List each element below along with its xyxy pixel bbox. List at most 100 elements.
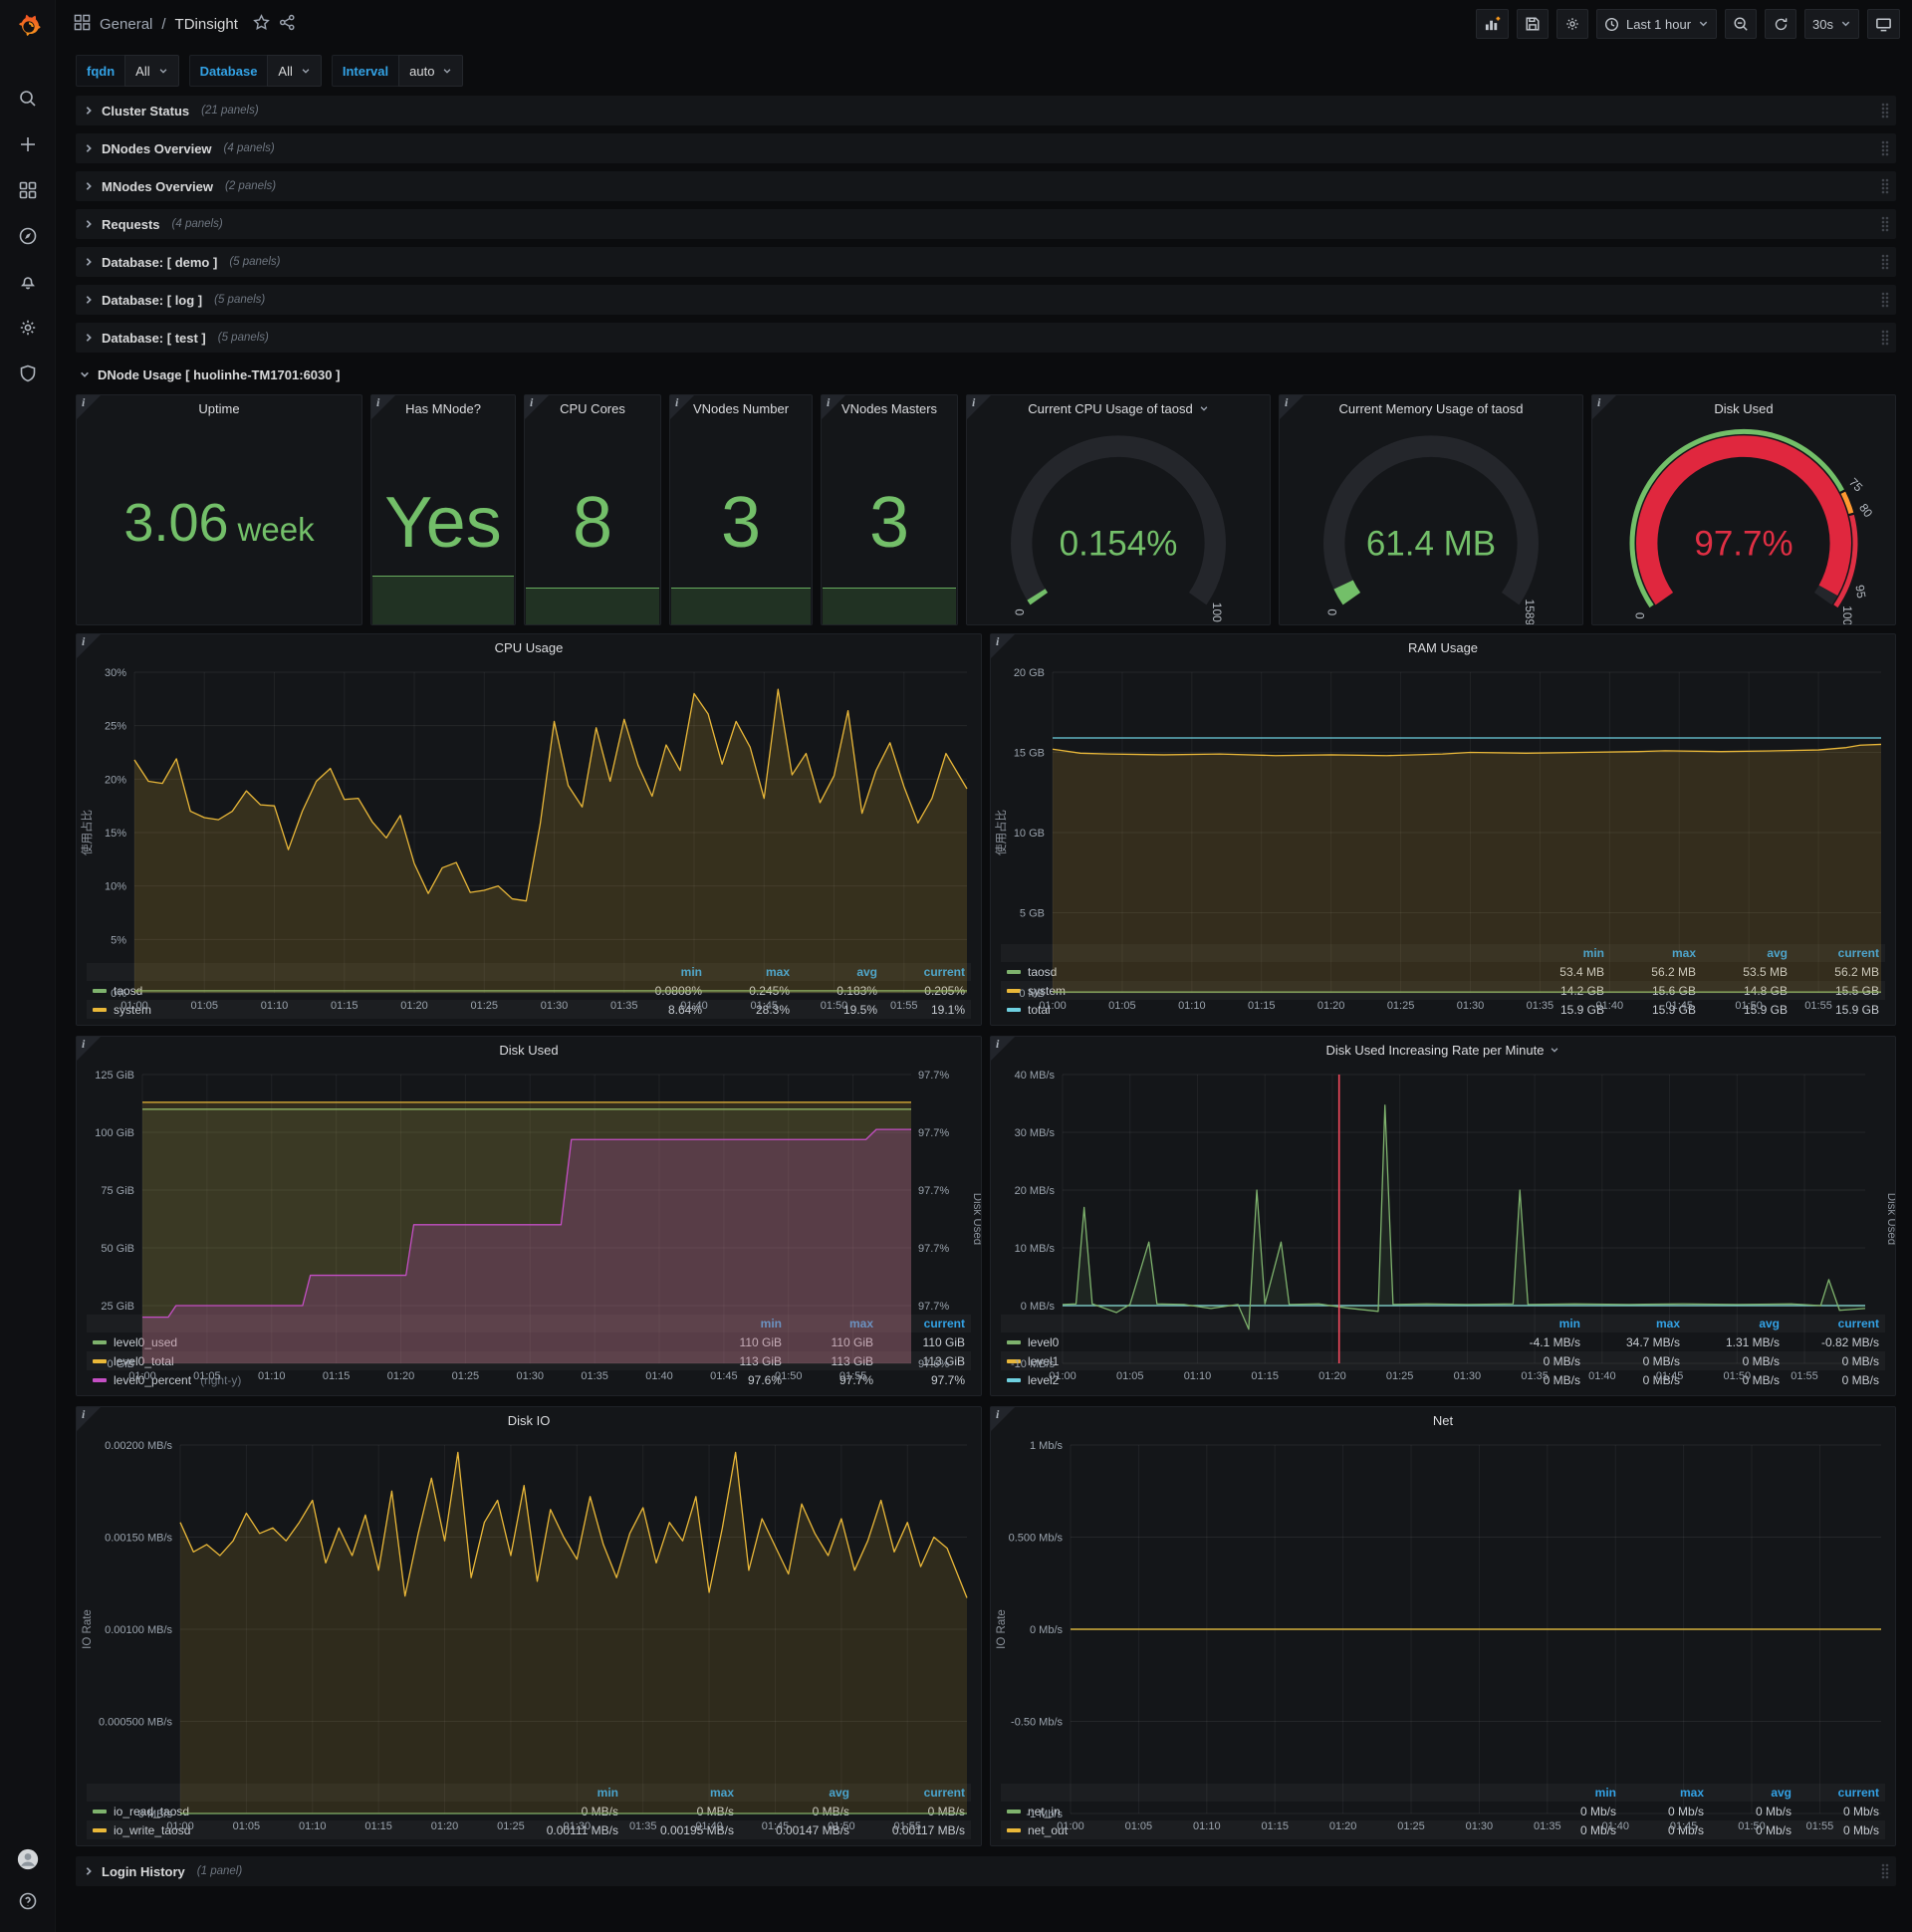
chart-svg[interactable]: 01:00 01:05 01:10 01:15 01:20 01:25 01:30 01:35… <box>991 660 1895 1017</box>
alerting-bell-icon[interactable] <box>17 271 39 293</box>
refresh-interval-picker[interactable]: 30s <box>1804 9 1859 39</box>
save-dashboard-button[interactable] <box>1516 9 1549 39</box>
chart-disk-rate: 01:00 01:05 01:10 01:15 01:20 01:25 01:30 01:35… <box>991 1063 1895 1382</box>
breadcrumb-folder[interactable]: General <box>100 16 152 33</box>
gauge-canvas: 0 75 80 95 100 97.7% <box>1592 421 1895 624</box>
row-drag-handle[interactable] <box>1880 292 1890 308</box>
zoom-out-time-button[interactable] <box>1725 9 1758 39</box>
server-admin-shield-icon[interactable] <box>17 362 39 384</box>
chevron-right-icon <box>84 333 94 343</box>
row-database-demo[interactable]: Database: [ demo ] (5 panels) <box>76 247 1896 277</box>
row-drag-handle[interactable] <box>1880 140 1890 156</box>
help-icon[interactable] <box>17 1890 39 1912</box>
row-dnode-usage[interactable]: DNode Usage [ huolinhe-TM1701:6030 ] <box>76 361 1896 388</box>
svg-text:01:00: 01:00 <box>1039 1000 1067 1012</box>
variable-interval-value[interactable]: auto <box>398 55 464 87</box>
row-dnodes-overview[interactable]: DNodes Overview (4 panels) <box>76 133 1896 163</box>
row-database-test[interactable]: Database: [ test ] (5 panels) <box>76 323 1896 353</box>
info-corner-icon[interactable] <box>77 1407 101 1431</box>
chart-svg[interactable]: 01:00 01:05 01:10 01:15 01:20 01:25 01:30 01:35… <box>991 1063 1895 1387</box>
panel-title[interactable]: Disk Used Increasing Rate per Minute <box>991 1037 1895 1063</box>
svg-text:01:20: 01:20 <box>400 1000 428 1012</box>
svg-text:25 GiB: 25 GiB <box>101 1301 134 1313</box>
row-database-log[interactable]: Database: [ log ] (5 panels) <box>76 285 1896 315</box>
add-panel-button[interactable] <box>1475 9 1509 39</box>
row-drag-handle[interactable] <box>1880 330 1890 346</box>
variable-database-value[interactable]: All <box>267 55 322 87</box>
svg-text:0 GiB: 0 GiB <box>107 1358 134 1370</box>
svg-text:-10 MB/s: -10 MB/s <box>1011 1358 1056 1370</box>
chart-disk-io: 01:00 01:05 01:10 01:15 01:20 01:25 01:30 01:35… <box>77 1433 981 1832</box>
chart-svg[interactable]: 01:00 01:05 01:10 01:15 01:20 01:25 01:30 01:35… <box>77 660 981 1017</box>
explore-compass-icon[interactable] <box>17 225 39 247</box>
info-corner-icon[interactable] <box>525 395 549 419</box>
user-avatar[interactable] <box>17 1848 39 1870</box>
info-corner-icon[interactable] <box>371 395 395 419</box>
info-corner-icon[interactable] <box>77 395 101 419</box>
time-range-picker[interactable]: Last 1 hour <box>1595 9 1718 39</box>
panel-menu-caret-icon[interactable] <box>1550 1043 1559 1058</box>
info-corner-icon[interactable] <box>1592 395 1616 419</box>
svg-text:01:25: 01:25 <box>1386 1370 1414 1382</box>
row-drag-handle[interactable] <box>1880 1863 1890 1879</box>
row-drag-handle[interactable] <box>1880 178 1890 194</box>
info-corner-icon[interactable] <box>77 634 101 658</box>
svg-text:01:15: 01:15 <box>323 1370 351 1382</box>
grafana-logo[interactable] <box>0 0 56 52</box>
apps-grid-icon[interactable] <box>74 14 91 35</box>
dashboard-settings-button[interactable] <box>1555 9 1588 39</box>
share-icon[interactable] <box>279 14 296 35</box>
panel-title[interactable]: Disk Used <box>77 1037 981 1063</box>
create-plus-icon[interactable] <box>17 133 39 155</box>
panel-title[interactable]: Uptime <box>77 395 361 421</box>
chart-svg[interactable]: 01:00 01:05 01:10 01:15 01:20 01:25 01:30 01:35… <box>77 1063 981 1387</box>
tv-cycle-view-button[interactable] <box>1867 9 1900 39</box>
refresh-button[interactable] <box>1765 9 1797 39</box>
search-icon[interactable] <box>17 88 39 110</box>
row-cluster-status[interactable]: Cluster Status (21 panels) <box>76 96 1896 125</box>
chevron-right-icon <box>84 295 94 305</box>
configuration-gear-icon[interactable] <box>17 317 39 339</box>
svg-text:01:50: 01:50 <box>1738 1820 1766 1832</box>
row-login-history[interactable]: Login History (1 panel) <box>76 1856 1896 1886</box>
panel-title[interactable]: Disk IO <box>77 1407 981 1433</box>
dashboards-icon[interactable] <box>17 179 39 201</box>
svg-text:01:20: 01:20 <box>1317 1000 1345 1012</box>
variable-database-label[interactable]: Database <box>188 55 268 87</box>
info-corner-icon[interactable] <box>991 1037 1015 1061</box>
panel-title[interactable]: Current CPU Usage of taosd <box>967 395 1270 421</box>
panel-title[interactable]: CPU Usage <box>77 634 981 660</box>
panel-title[interactable]: Disk Used <box>1592 395 1895 421</box>
svg-text:15 GB: 15 GB <box>1014 748 1045 760</box>
variable-fqdn-label[interactable]: fqdn <box>76 55 125 87</box>
row-drag-handle[interactable] <box>1880 103 1890 119</box>
info-corner-icon[interactable] <box>991 634 1015 658</box>
chart-svg[interactable]: 01:00 01:05 01:10 01:15 01:20 01:25 01:30 01:35… <box>991 1433 1895 1837</box>
chart-svg[interactable]: 01:00 01:05 01:10 01:15 01:20 01:25 01:30 01:35… <box>77 1433 981 1837</box>
dashboard-title[interactable]: TDinsight <box>175 16 238 33</box>
row-requests[interactable]: Requests (4 panels) <box>76 209 1896 239</box>
info-corner-icon[interactable] <box>670 395 694 419</box>
variable-interval-label[interactable]: Interval <box>331 55 399 87</box>
info-corner-icon[interactable] <box>77 1037 101 1061</box>
panel-title[interactable]: RAM Usage <box>991 634 1895 660</box>
variables-bar: fqdn All Database All Interval auto <box>56 48 1912 94</box>
info-corner-icon[interactable] <box>991 1407 1015 1431</box>
svg-text:01:05: 01:05 <box>193 1370 221 1382</box>
panel-title[interactable]: Net <box>991 1407 1895 1433</box>
row-panel-count: (21 panels) <box>201 105 259 117</box>
row-mnodes-overview[interactable]: MNodes Overview (2 panels) <box>76 171 1896 201</box>
panel-title[interactable]: Current Memory Usage of taosd <box>1280 395 1582 421</box>
row-drag-handle[interactable] <box>1880 216 1890 232</box>
info-corner-icon[interactable] <box>822 395 845 419</box>
svg-text:01:35: 01:35 <box>1527 1000 1554 1012</box>
info-corner-icon[interactable] <box>1280 395 1304 419</box>
grafana-app: General / TDinsight Last 1 hour 30s fqdn… <box>0 0 1912 1932</box>
row-drag-handle[interactable] <box>1880 254 1890 270</box>
svg-text:01:30: 01:30 <box>516 1370 544 1382</box>
svg-text:0: 0 <box>1633 612 1647 619</box>
star-icon[interactable] <box>253 13 270 35</box>
panel-menu-caret-icon[interactable] <box>1199 401 1209 416</box>
variable-fqdn-value[interactable]: All <box>124 55 179 87</box>
info-corner-icon[interactable] <box>967 395 991 419</box>
